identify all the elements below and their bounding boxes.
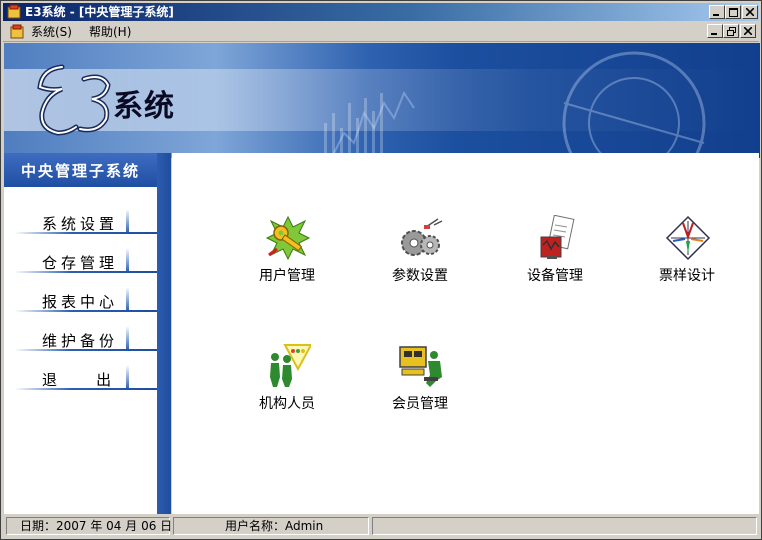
child-restore-button[interactable] [723,24,739,38]
window-minimize-button[interactable] [709,5,725,19]
sidebar-item-label: 仓存管理 [42,254,119,272]
close-icon [744,27,752,35]
title-bar[interactable]: E3系统 - [中央管理子系统] [3,3,759,21]
module-ticket-design[interactable]: 票样设计 [632,215,742,315]
logo-text: E3 [22,57,24,58]
sidebar-item-label: 退 出 [42,371,116,389]
sidebar-accent-bar [157,153,171,514]
status-extra [372,517,757,535]
member-desk-icon [399,346,442,387]
window-maximize-button[interactable] [725,5,741,19]
gears-icon [401,218,443,256]
sidebar-item-exit[interactable]: 退 出 [4,361,157,395]
module-label: 票样设计 [659,268,715,284]
child-close-button[interactable] [740,24,756,38]
compass-design-icon [665,215,711,261]
sidebar-item-label: 维护备份 [42,332,119,350]
nav-underline [14,388,157,390]
window-close-button[interactable] [742,5,758,19]
status-user: 用户名称：Admin [173,517,369,535]
e3-logo: E3 [22,57,111,136]
device-doc-icon [540,215,575,259]
banner-decoration [324,51,706,158]
restore-icon [726,26,736,36]
status-date: 日期：2007 年 04 月 06 日 [6,517,172,535]
menu-bar: 系统(S) 帮助(H) [3,22,759,42]
mdi-child-icon[interactable] [9,24,25,40]
sidebar-item-maintenance-backup[interactable]: 维护备份 [4,322,157,356]
maximize-icon [728,7,738,17]
sidebar-item-label: 系统设置 [42,215,119,233]
sidebar-item-system-settings[interactable]: 系统设置 [4,205,157,239]
nav-tick [126,365,129,389]
module-label: 会员管理 [392,396,448,412]
nav-tick [126,287,129,311]
banner-title: 系统 [113,89,175,124]
nav-underline [14,349,157,351]
module-panel: 用户管理 参数设置 设备管理 票样设计 机构人员 会员管理 [172,153,759,514]
minimize-icon [711,33,717,35]
sidebar-header: 中央管理子系统 [4,153,157,187]
header-banner: E3 系统 [4,43,760,158]
nav-underline [14,271,157,273]
nav-tick [126,209,129,233]
status-bar: 日期：2007 年 04 月 06 日 用户名称：Admin [3,515,759,537]
module-user-management[interactable]: 用户管理 [232,215,342,315]
app-icon [7,4,21,19]
sidebar-item-label: 报表中心 [42,293,119,311]
minimize-icon [713,14,719,16]
module-organization-staff[interactable]: 机构人员 [232,343,342,443]
menu-system[interactable]: 系统(S) [31,25,72,39]
key-icon [265,215,311,261]
nav-underline [14,310,157,312]
menu-help[interactable]: 帮助(H) [89,25,131,39]
module-label: 设备管理 [527,268,583,284]
child-minimize-button[interactable] [707,24,723,38]
window-title: E3系统 - [中央管理子系统] [25,5,174,19]
module-label: 参数设置 [392,268,448,284]
module-device-management[interactable]: 设备管理 [500,215,610,315]
sidebar-item-warehouse[interactable]: 仓存管理 [4,244,157,278]
nav-tick [126,326,129,350]
sidebar-item-reports[interactable]: 报表中心 [4,283,157,317]
app-window: E3系统 - [中央管理子系统] 系统(S) 帮助(H) E3 系统 中央管理子… [0,0,762,540]
close-icon [746,8,754,16]
module-label: 机构人员 [259,396,315,412]
people-chart-icon [270,344,311,387]
module-member-management[interactable]: 会员管理 [365,343,475,443]
nav-tick [126,248,129,272]
module-parameter-settings[interactable]: 参数设置 [365,215,475,315]
sidebar: 中央管理子系统 系统设置 仓存管理 报表中心 维护备份 退 出 [4,153,171,514]
module-label: 用户管理 [259,268,315,284]
nav-underline [14,232,157,234]
